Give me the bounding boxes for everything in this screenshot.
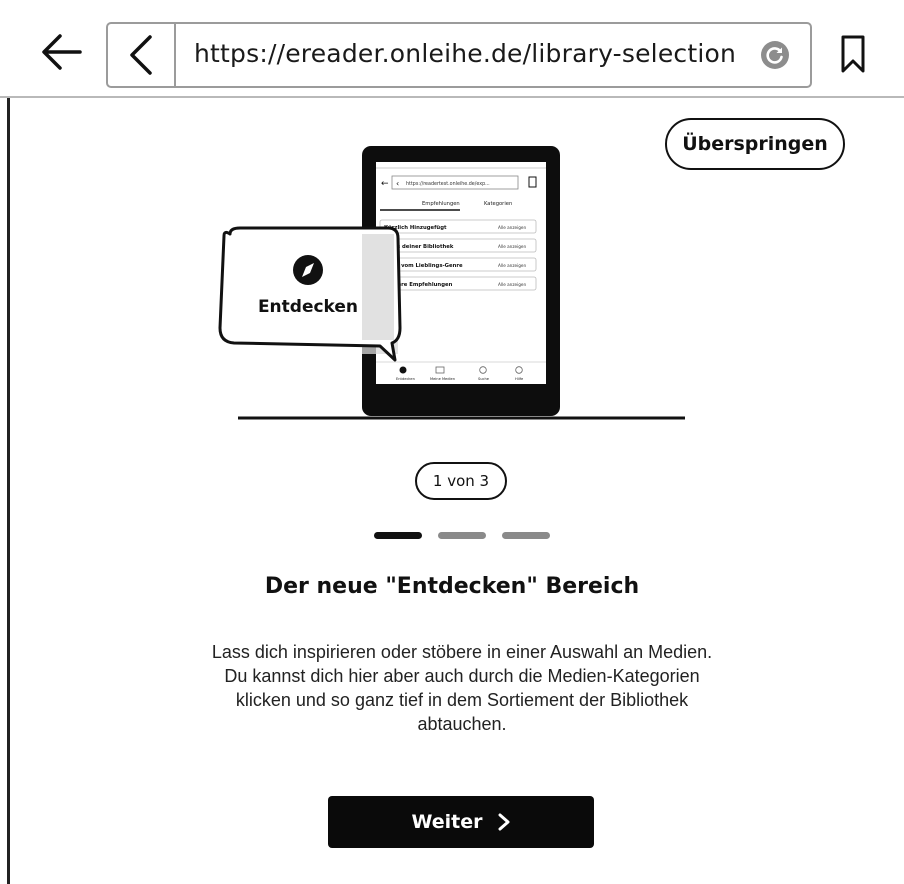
chevron-right-icon (498, 813, 510, 831)
compass-icon (293, 255, 323, 285)
description-line: Du kannst dich hier aber auch durch die … (224, 666, 700, 686)
device-row-4-action: Alle anzeigen (498, 282, 526, 287)
step-counter: 1 von 3 (415, 462, 507, 500)
pager (374, 532, 554, 540)
page-title: Der neue "Entdecken" Bereich (264, 574, 640, 599)
device-row-2-action: Alle anzeigen (498, 244, 526, 249)
address-back-button[interactable] (108, 24, 176, 86)
pager-dot[interactable] (502, 532, 550, 539)
next-button-label: Weiter (411, 811, 483, 833)
device-row-3-action: Alle anzeigen (498, 263, 526, 268)
device-screen (376, 162, 546, 384)
device-nav-2: Meine Medien (430, 377, 455, 381)
address-url[interactable]: https://ereader.onleihe.de/library-selec… (194, 39, 736, 68)
device-nav-4: Hilfe (515, 377, 524, 381)
device-url: https://readertest.onleihe.de/exp... (406, 181, 490, 187)
device-tab-1: Empfehlungen (422, 201, 460, 207)
arrow-left-icon[interactable] (40, 32, 84, 72)
browser-toolbar: https://ereader.onleihe.de/library-selec… (0, 0, 904, 98)
device-tab-2: Kategorien (484, 201, 512, 207)
address-bar[interactable]: https://ereader.onleihe.de/library-selec… (106, 22, 812, 88)
bubble-label: Entdecken (258, 297, 358, 317)
svg-text:←: ← (381, 179, 389, 189)
pager-dot[interactable] (438, 532, 486, 539)
bookmark-icon[interactable] (840, 34, 866, 74)
ereader-screen: https://ereader.onleihe.de/library-selec… (0, 0, 904, 884)
description-line: abtauchen. (417, 714, 507, 734)
chevron-left-icon (130, 35, 152, 75)
pager-dot-active[interactable] (374, 532, 422, 539)
description: Lass dich inspirieren oder stöbere in ei… (172, 640, 752, 736)
device-row-1-action: Alle anzeigen (498, 225, 526, 230)
reload-icon[interactable] (760, 40, 790, 70)
svg-text:‹: ‹ (396, 179, 399, 188)
description-line: Lass dich inspirieren oder stöbere in ei… (211, 642, 713, 662)
device-nav-1: Entdecken (396, 377, 415, 381)
left-edge-divider (7, 98, 10, 884)
entdecken-illustration: ← ‹ https://readertest.onleihe.de/exp...… (218, 146, 685, 420)
description-line: klicken und so ganz tief in dem Sortieme… (235, 690, 689, 710)
device-nav-3: Suche (478, 377, 490, 381)
next-button[interactable]: Weiter (328, 796, 594, 848)
